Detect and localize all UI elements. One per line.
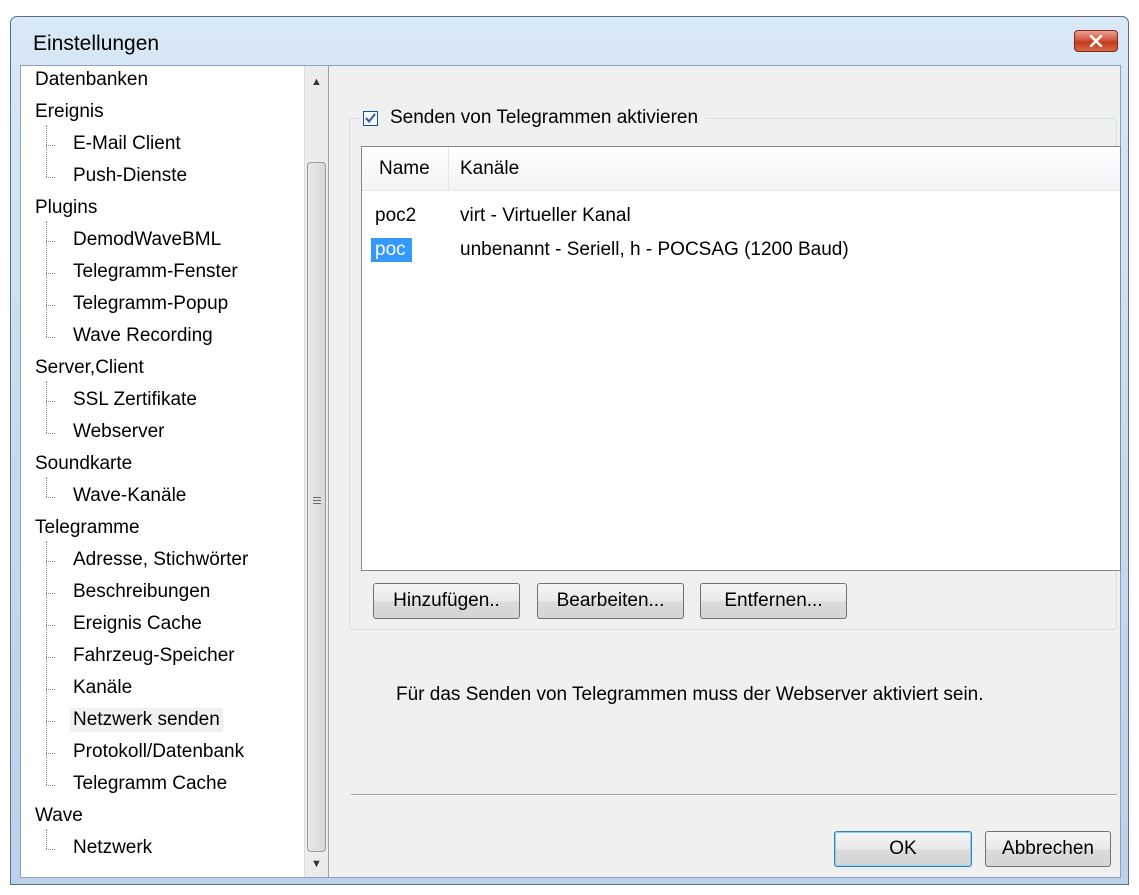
column-header-channels[interactable]: Kanäle: [460, 158, 519, 180]
column-header-name[interactable]: Name: [379, 158, 430, 180]
scroll-down-arrow-icon[interactable]: ▼: [305, 852, 328, 876]
tree-connector: [46, 305, 55, 306]
close-button[interactable]: [1074, 30, 1118, 52]
receivers-list[interactable]: Name Kanäle poc2 virt - Virtueller Kanal p…: [361, 146, 1121, 571]
tree-connector: [46, 829, 47, 849]
tree-connector: [46, 721, 55, 722]
tree-connector: [46, 241, 55, 242]
tree-connector: [46, 625, 55, 626]
tree-item-wave-recording[interactable]: Wave Recording: [73, 324, 213, 348]
tree-connector: [46, 125, 47, 177]
tree-connector: [46, 561, 55, 562]
tree-connector: [46, 689, 55, 690]
footer-divider: [351, 794, 1117, 796]
list-row-name[interactable]: poc2: [375, 205, 416, 227]
enable-sending-checkbox-row[interactable]: Senden von Telegrammen aktivieren: [359, 106, 707, 130]
tree-item-beschreibungen[interactable]: Beschreibungen: [73, 580, 210, 604]
tree-item-fahrzeug-speicher[interactable]: Fahrzeug-Speicher: [73, 644, 235, 668]
tree-item-demodwavebml[interactable]: DemodWaveBML: [73, 228, 221, 252]
tree-item-telegramm-fenster[interactable]: Telegramm-Fenster: [73, 260, 238, 284]
add-button[interactable]: Hinzufügen..: [373, 583, 520, 619]
tree-connector: [46, 433, 55, 434]
tree-item-wave-kanäle[interactable]: Wave-Kanäle: [73, 484, 186, 508]
settings-dialog: Einstellungen ▲ ▼ Datenbanken Ereignis E-M…: [10, 16, 1129, 885]
tree-item-wave[interactable]: Wave: [35, 804, 83, 828]
tree-scrollbar[interactable]: ▲ ▼: [304, 66, 328, 877]
title-bar: Einstellungen: [11, 17, 1128, 65]
grip-icon: [313, 497, 321, 506]
enable-sending-checkbox[interactable]: [363, 110, 378, 126]
list-row-channels[interactable]: unbenannt - Seriell, h - POCSAG (1200 Ba…: [460, 239, 849, 261]
dialog-client: ▲ ▼ Datenbanken Ereignis E-Mail Client Push…: [20, 65, 1121, 878]
tree-item-protokoll-datenbank[interactable]: Protokoll/Datenbank: [73, 740, 244, 764]
column-separator[interactable]: [448, 147, 449, 190]
tree-connector: [46, 337, 55, 338]
cancel-button[interactable]: Abbrechen: [985, 831, 1111, 867]
scroll-up-arrow-icon[interactable]: ▲: [305, 70, 328, 94]
tree-item-server-client[interactable]: Server,Client: [35, 356, 144, 380]
close-icon: [1089, 35, 1103, 47]
tree-item-ssl-zertifikate[interactable]: SSL Zertifikate: [73, 388, 197, 412]
tree-connector: [46, 753, 55, 754]
ok-button[interactable]: OK: [834, 831, 972, 867]
settings-tree: ▲ ▼ Datenbanken Ereignis E-Mail Client Push…: [21, 66, 329, 877]
tree-item-plugins[interactable]: Plugins: [35, 196, 97, 220]
enable-sending-label: Senden von Telegrammen aktivieren: [390, 107, 699, 128]
tree-connector: [46, 145, 55, 146]
edit-button[interactable]: Bearbeiten...: [537, 583, 684, 619]
info-text: Für das Senden von Telegrammen muss der …: [396, 684, 984, 705]
tree-connector: [46, 273, 55, 274]
tree-item-telegramm-cache[interactable]: Telegramm Cache: [73, 772, 227, 796]
tree-item-datenbanken[interactable]: Datenbanken: [35, 68, 148, 92]
tree-item-ereignis[interactable]: Ereignis: [35, 100, 104, 124]
tree-item-netzwerk[interactable]: Netzwerk: [73, 836, 152, 860]
list-row-name[interactable]: poc: [371, 238, 412, 262]
tree-item-kanäle[interactable]: Kanäle: [73, 676, 132, 700]
checkmark-icon: [365, 113, 376, 123]
tree-connector: [46, 593, 55, 594]
tree-connector: [46, 177, 55, 178]
remove-button[interactable]: Entfernen...: [700, 583, 847, 619]
scrollbar-thumb[interactable]: [307, 162, 326, 852]
tree-connector: [46, 477, 47, 497]
tree-connector: [46, 785, 55, 786]
tree-connector: [46, 497, 55, 498]
tree-item-soundkarte[interactable]: Soundkarte: [35, 452, 132, 476]
tree-item-push-dienste[interactable]: Push-Dienste: [73, 164, 187, 188]
tree-item-webserver[interactable]: Webserver: [73, 420, 165, 444]
tree-connector: [46, 541, 47, 785]
tree-item-telegramm-popup[interactable]: Telegramm-Popup: [73, 292, 228, 316]
list-header: Name Kanäle: [362, 147, 1120, 191]
tree-connector: [46, 657, 55, 658]
tree-connector: [46, 381, 47, 433]
window-title: Einstellungen: [33, 32, 160, 55]
list-row-channels[interactable]: virt - Virtueller Kanal: [460, 205, 631, 227]
tree-item-netzwerk-senden[interactable]: Netzwerk senden: [70, 708, 223, 732]
tree-item-ereignis-cache[interactable]: Ereignis Cache: [73, 612, 202, 636]
tree-item-e-mail-client[interactable]: E-Mail Client: [73, 132, 181, 156]
tree-item-telegramme[interactable]: Telegramme: [35, 516, 140, 540]
tree-connector: [46, 401, 55, 402]
tree-connector: [46, 221, 47, 337]
tree-connector: [46, 849, 55, 850]
tree-item-adresse-stichwörter[interactable]: Adresse, Stichwörter: [73, 548, 248, 572]
